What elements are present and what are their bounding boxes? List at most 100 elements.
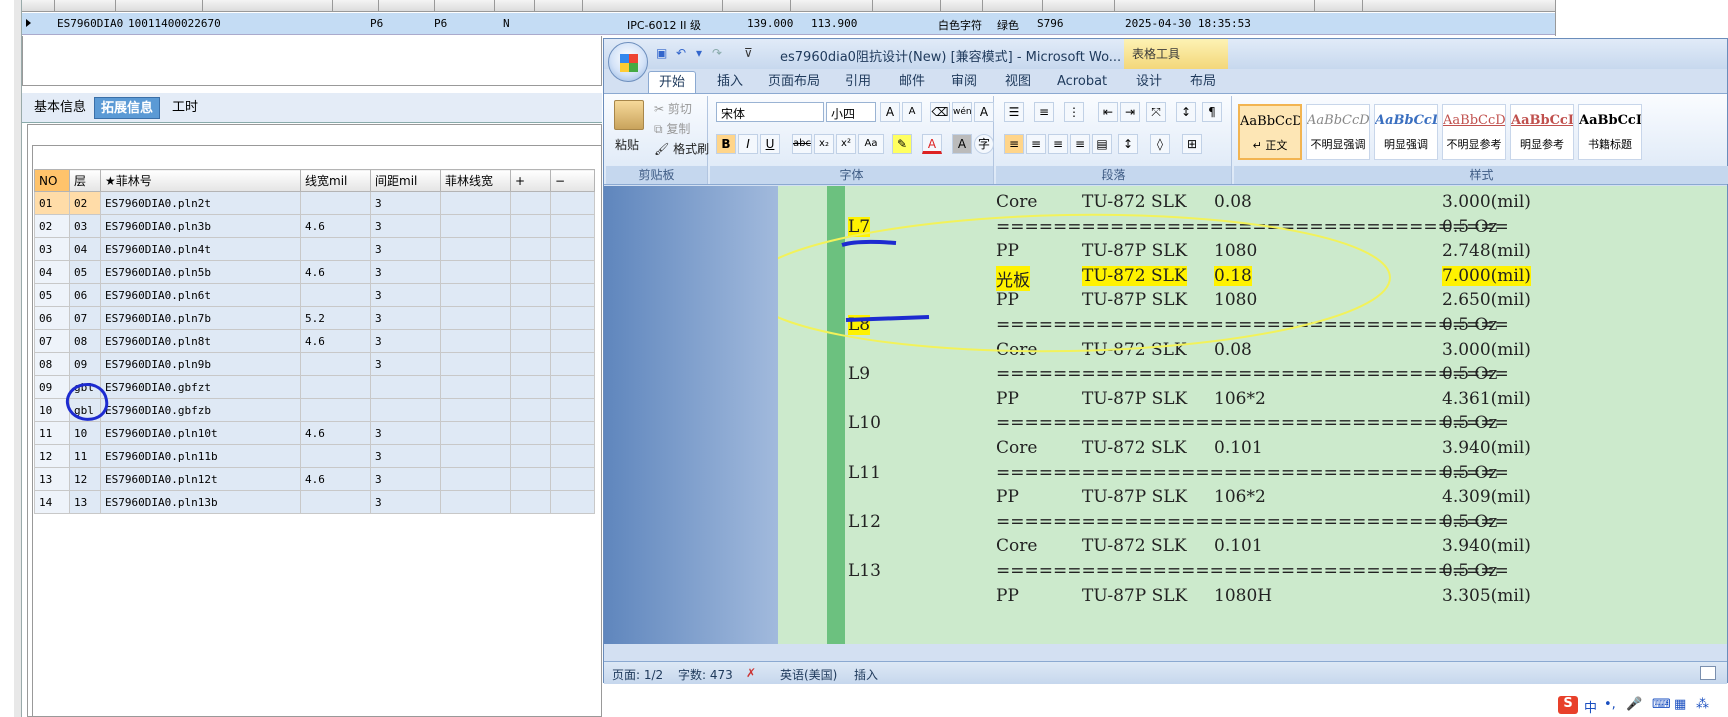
cell-spacing[interactable] [370,375,441,399]
cell-layer[interactable]: 08 [69,329,101,353]
undo-dropdown-icon[interactable]: ▾ [696,46,712,62]
tab-mailings[interactable]: 邮件 [899,71,925,93]
cell-no[interactable]: 13 [34,467,70,491]
cell-plus[interactable] [510,214,551,238]
change-case-icon[interactable]: Aa [858,134,884,154]
cell-no[interactable]: 06 [34,306,70,330]
top-grid-row[interactable]: ES7960DIA0 10011400022670 P6 P6 N IPC-60… [22,13,1555,35]
tab-view[interactable]: 视图 [1005,71,1031,93]
cell-film-width[interactable] [440,467,511,491]
cell-line-width[interactable] [300,444,371,468]
line-spacing-icon[interactable]: ↕ [1118,134,1138,154]
highlight-icon[interactable]: ✎ [892,134,912,154]
cell-film-width[interactable] [440,306,511,330]
cell-minus[interactable] [550,237,595,261]
table-row[interactable]: 14 13 ES7960DIA0.pln13b 3 [34,490,595,514]
table-row[interactable]: 06 07 ES7960DIA0.pln7b 5.2 3 [34,306,595,330]
multilevel-list-icon[interactable]: ⋮ [1064,102,1084,122]
status-language[interactable]: 英语(美国) [780,666,837,683]
cell-minus[interactable] [550,283,595,307]
cell-film-width[interactable] [440,375,511,399]
table-row[interactable]: 09 gbl ES7960DIA0.gbfzt [34,375,595,399]
strikethrough-icon[interactable]: abc [792,134,812,154]
tab-page-layout[interactable]: 页面布局 [768,71,820,93]
cell-plus[interactable] [510,191,551,215]
table-row[interactable]: 07 08 ES7960DIA0.pln8t 4.6 3 [34,329,595,353]
tab-insert[interactable]: 插入 [717,71,743,93]
cell-line-width[interactable] [300,283,371,307]
style-subtle-reference[interactable]: AaBbCcDc 不明显参考 [1442,104,1506,160]
char-border-icon[interactable]: A [974,102,994,122]
cell-line-width[interactable] [300,375,371,399]
cell-line-width[interactable] [300,237,371,261]
cell-minus[interactable] [550,214,595,238]
cell-layer[interactable]: 05 [69,260,101,284]
save-icon[interactable]: ▣ [656,46,672,62]
col-layer[interactable]: 层 [69,169,101,192]
cell-plus[interactable] [510,444,551,468]
style-intense-emphasis[interactable]: AaBbCcDc 明显强调 [1374,104,1438,160]
format-painter-button[interactable]: 🖌 格式刷 [654,140,709,157]
style-intense-reference[interactable]: AaBbCcI 明显参考 [1510,104,1574,160]
table-row[interactable]: 03 04 ES7960DIA0.pln4t 3 [34,237,595,261]
cell-film[interactable]: ES7960DIA0.gbfzt [100,375,301,399]
grow-font-icon[interactable]: A [880,102,900,122]
cell-film[interactable]: ES7960DIA0.pln11b [100,444,301,468]
cell-film-width[interactable] [440,237,511,261]
paste-button[interactable]: 粘贴 [615,136,639,153]
tab-extended-info[interactable]: 拓展信息 [94,97,161,119]
cell-spacing[interactable]: 3 [370,421,441,445]
align-right-icon[interactable]: ≡ [1048,134,1068,154]
cell-plus[interactable] [510,467,551,491]
cell-no[interactable]: 08 [34,352,70,376]
cell-film[interactable]: ES7960DIA0.pln5b [100,260,301,284]
cell-spacing[interactable]: 3 [370,306,441,330]
cell-layer[interactable]: 04 [69,237,101,261]
col-minus[interactable]: − [550,169,595,192]
col-no[interactable]: NO [34,169,70,192]
cell-line-width[interactable]: 4.6 [300,329,371,353]
view-print-layout-icon[interactable] [1700,666,1716,680]
cell-spacing[interactable]: 3 [370,191,441,215]
cell-film-width[interactable] [440,421,511,445]
font-color-icon[interactable]: A [922,134,942,154]
clear-format-icon[interactable]: ⌫ [930,102,950,122]
cell-film[interactable]: ES7960DIA0.pln3b [100,214,301,238]
enclose-char-icon[interactable]: 字 [974,134,994,154]
style-subtle-emphasis[interactable]: AaBbCcDc 不明显强调 [1306,104,1370,160]
cell-plus[interactable] [510,237,551,261]
cell-minus[interactable] [550,352,595,376]
cell-plus[interactable] [510,352,551,376]
cell-spacing[interactable]: 3 [370,329,441,353]
cell-film-width[interactable] [440,329,511,353]
cell-film[interactable]: ES7960DIA0.pln8t [100,329,301,353]
align-center-icon[interactable]: ≡ [1026,134,1046,154]
cell-plus[interactable] [510,421,551,445]
cell-spacing[interactable]: 3 [370,467,441,491]
cell-no[interactable]: 05 [34,283,70,307]
proofing-icon[interactable]: ✗ [746,666,756,680]
cell-minus[interactable] [550,444,595,468]
tab-references[interactable]: 引用 [845,71,871,93]
cell-no[interactable]: 03 [34,237,70,261]
copy-button[interactable]: ⧉ 复制 [654,120,690,137]
cell-plus[interactable] [510,375,551,399]
status-insert-mode[interactable]: 插入 [854,666,878,683]
cell-line-width[interactable]: 4.6 [300,214,371,238]
cell-film-width[interactable] [440,444,511,468]
cell-no[interactable]: 01 [34,191,70,215]
cell-layer[interactable]: 12 [69,467,101,491]
cell-layer[interactable]: 02 [69,191,101,215]
table-row[interactable]: 13 12 ES7960DIA0.pln12t 4.6 3 [34,467,595,491]
cell-no[interactable]: 10 [34,398,70,422]
tab-design[interactable]: 设计 [1136,71,1162,93]
cell-layer[interactable]: 06 [69,283,101,307]
cell-spacing[interactable]: 3 [370,260,441,284]
tab-basic-info[interactable]: 基本信息 [28,97,92,119]
borders-icon[interactable]: ⊞ [1182,134,1202,154]
tab-home[interactable]: 开始 [648,71,697,93]
cell-line-width[interactable]: 5.2 [300,306,371,330]
table-row[interactable]: 10 gbl ES7960DIA0.gbfzb [34,398,595,422]
bold-icon[interactable]: B [716,134,736,154]
table-row[interactable]: 05 06 ES7960DIA0.pln6t 3 [34,283,595,307]
